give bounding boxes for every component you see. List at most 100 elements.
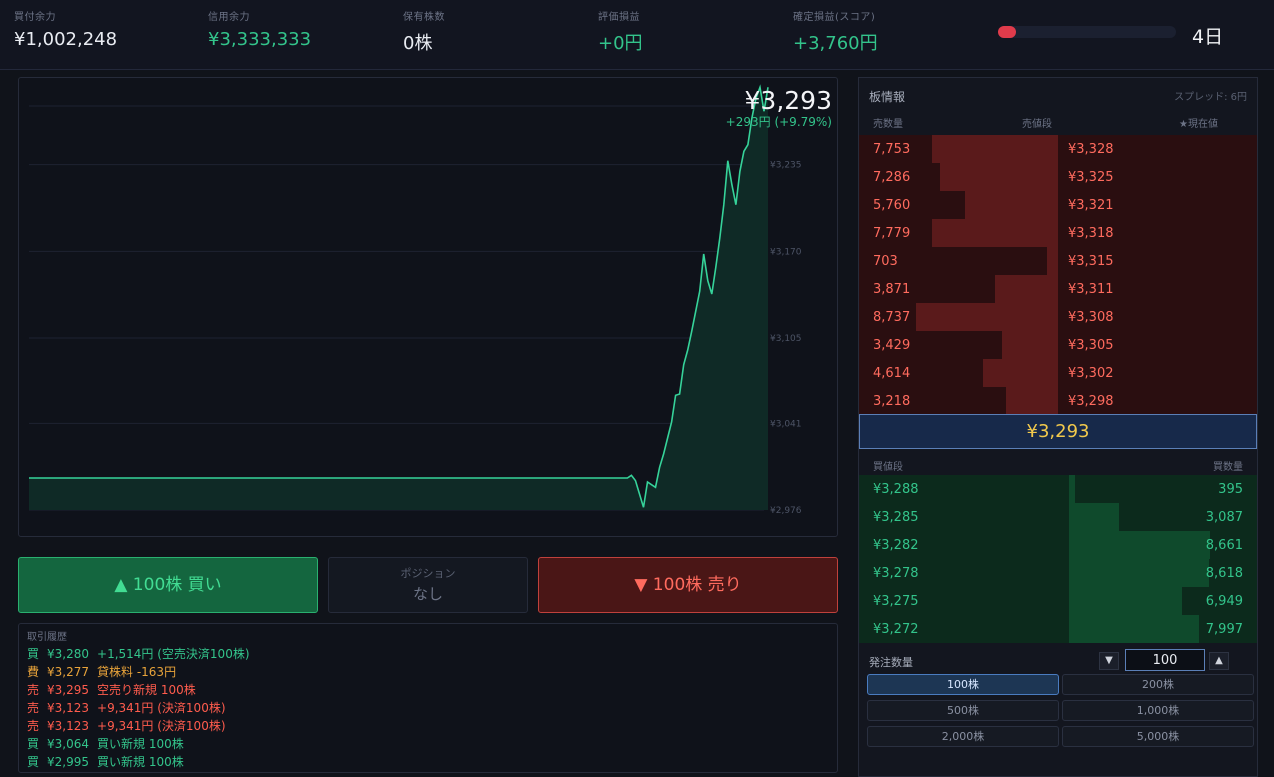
- ask-depth-bar: [965, 191, 1058, 219]
- ask-row[interactable]: 7,286 ¥3,325: [859, 163, 1257, 191]
- history-price: ¥3,295: [47, 683, 90, 697]
- ask-price: ¥3,315: [1068, 254, 1114, 269]
- ask-row[interactable]: 8,737 ¥3,308: [859, 303, 1257, 331]
- ask-row[interactable]: 3,218 ¥3,298: [859, 387, 1257, 415]
- qty-preset-button[interactable]: 5,000株: [1062, 726, 1254, 747]
- history-row: 費 ¥3,277 貸株料 -163円: [27, 663, 829, 681]
- bid-row[interactable]: ¥3,288 395: [859, 475, 1257, 503]
- ask-depth-bar: [1002, 331, 1058, 359]
- history-side: 売: [27, 701, 40, 715]
- ask-price-header: 売値段: [1022, 119, 1052, 130]
- ask-price: ¥3,318: [1068, 226, 1114, 241]
- bid-depth-bar: [1069, 615, 1199, 643]
- position-label: ポジション: [400, 567, 456, 580]
- ask-qty: 4,614: [873, 366, 911, 381]
- order-book-current-price: ¥3,293: [859, 414, 1257, 449]
- ask-qty: 8,737: [873, 310, 911, 325]
- price-change-label: +293円 (+9.79%): [725, 115, 832, 129]
- unrealized-label: 評価損益: [598, 12, 640, 23]
- history-row: 売 ¥3,123 +9,341円 (決済100株): [27, 717, 829, 735]
- history-side: 買: [27, 737, 40, 751]
- history-row: 買 ¥3,064 買い新規 100株: [27, 735, 829, 753]
- history-detail: 買い新規 100株: [97, 737, 184, 751]
- bid-row[interactable]: ¥3,285 3,087: [859, 503, 1257, 531]
- day-progress-bar: [998, 26, 1176, 38]
- cash-stat: 買付余力 ¥1,002,248: [14, 8, 117, 50]
- history-price: ¥3,277: [47, 665, 90, 679]
- ask-depth-bar: [1047, 247, 1058, 275]
- ask-row[interactable]: 7,753 ¥3,328: [859, 135, 1257, 163]
- history-detail: 貸株料 -163円: [97, 665, 177, 679]
- ask-row[interactable]: 3,429 ¥3,305: [859, 331, 1257, 359]
- history-row: 買 ¥2,995 買い新規 100株: [27, 753, 829, 771]
- qty-preset-button[interactable]: 200株: [1062, 674, 1254, 695]
- qty-decrease-button[interactable]: ▼: [1099, 652, 1119, 670]
- ask-qty: 7,753: [873, 142, 911, 157]
- history-side: 買: [27, 755, 40, 769]
- qty-preset-button[interactable]: 500株: [867, 700, 1059, 721]
- trade-history-title: 取引履歴: [27, 632, 67, 643]
- qty-preset-button[interactable]: 2,000株: [867, 726, 1059, 747]
- ask-price: ¥3,298: [1068, 394, 1114, 409]
- qty-preset-button[interactable]: 100株: [867, 674, 1059, 695]
- order-qty-input[interactable]: [1125, 649, 1205, 671]
- bid-qty: 8,661: [1205, 538, 1243, 553]
- ask-price: ¥3,325: [1068, 170, 1114, 185]
- position-display: ポジション なし: [328, 557, 528, 613]
- stats-header: 買付余力 ¥1,002,248 信用余力 ¥3,333,333 保有株数 0株 …: [0, 0, 1274, 70]
- y-tick-label: ¥3,105: [770, 334, 802, 344]
- history-detail: 買い新規 100株: [97, 755, 184, 769]
- bid-qty: 8,618: [1205, 566, 1243, 581]
- ask-qty: 5,760: [873, 198, 911, 213]
- day-counter: 4日: [1192, 26, 1224, 48]
- bid-price: ¥3,288: [873, 482, 919, 497]
- bid-row[interactable]: ¥3,278 8,618: [859, 559, 1257, 587]
- sell-button[interactable]: ▼ 100株 売り: [538, 557, 838, 613]
- ask-qty: 7,779: [873, 226, 911, 241]
- history-row: 売 ¥3,295 空売り新規 100株: [27, 681, 829, 699]
- qty-preset-button[interactable]: 1,000株: [1062, 700, 1254, 721]
- bid-price: ¥3,272: [873, 622, 919, 637]
- realized-label: 確定損益(スコア): [793, 12, 876, 23]
- ask-price: ¥3,321: [1068, 198, 1114, 213]
- history-row: 売 ¥3,123 +9,341円 (決済100株): [27, 699, 829, 717]
- qty-increase-button[interactable]: ▲: [1209, 652, 1229, 670]
- bid-qty: 395: [1218, 482, 1243, 497]
- ask-qty: 703: [873, 254, 898, 269]
- bid-depth-bar: [1069, 559, 1209, 587]
- realized-stat: 確定損益(スコア) +3,760円: [793, 8, 878, 55]
- unrealized-stat: 評価損益 +0円: [598, 8, 643, 55]
- day-progress-fill: [998, 26, 1016, 38]
- history-detail: +9,341円 (決済100株): [97, 701, 226, 715]
- order-book-title: 板情報: [869, 90, 906, 104]
- bid-row[interactable]: ¥3,275 6,949: [859, 587, 1257, 615]
- spread-label: スプレッド: 6円: [1174, 92, 1247, 103]
- bid-row[interactable]: ¥3,282 8,661: [859, 531, 1257, 559]
- price-chart-svg: ¥3,235 ¥3,170 ¥3,105 ¥3,041 ¥2,976: [29, 84, 802, 516]
- ask-depth-bar: [940, 163, 1058, 191]
- price-chart: ¥3,235 ¥3,170 ¥3,105 ¥3,041 ¥2,976 ¥3,293 +2…: [18, 77, 838, 537]
- ask-row[interactable]: 5,760 ¥3,321: [859, 191, 1257, 219]
- bid-qty: 6,949: [1205, 594, 1243, 609]
- history-detail: +9,341円 (決済100株): [97, 719, 226, 733]
- ask-qty: 3,871: [873, 282, 911, 297]
- bid-qty: 3,087: [1205, 510, 1243, 525]
- bid-price-header: 買値段: [873, 462, 903, 473]
- current-price-header: ★現在値: [1179, 119, 1218, 130]
- realized-value: +3,760円: [793, 33, 878, 54]
- ask-row[interactable]: 3,871 ¥3,311: [859, 275, 1257, 303]
- ask-row[interactable]: 7,779 ¥3,318: [859, 219, 1257, 247]
- bid-depth-bar: [1069, 587, 1182, 615]
- ask-row[interactable]: 703 ¥3,315: [859, 247, 1257, 275]
- history-row: 買 ¥3,280 +1,514円 (空売決済100株): [27, 645, 829, 663]
- bid-row[interactable]: ¥3,272 7,997: [859, 615, 1257, 643]
- buy-button[interactable]: ▲ 100株 買い: [18, 557, 318, 613]
- ask-depth-bar: [995, 275, 1058, 303]
- position-value: なし: [412, 585, 443, 603]
- history-price: ¥2,995: [47, 755, 90, 769]
- ask-qty: 3,429: [873, 338, 911, 353]
- ask-price: ¥3,305: [1068, 338, 1114, 353]
- trade-history-list: 買 ¥3,280 +1,514円 (空売決済100株) 費 ¥3,277 貸株料 -163…: [27, 645, 829, 771]
- ask-row[interactable]: 4,614 ¥3,302: [859, 359, 1257, 387]
- history-side: 売: [27, 683, 40, 697]
